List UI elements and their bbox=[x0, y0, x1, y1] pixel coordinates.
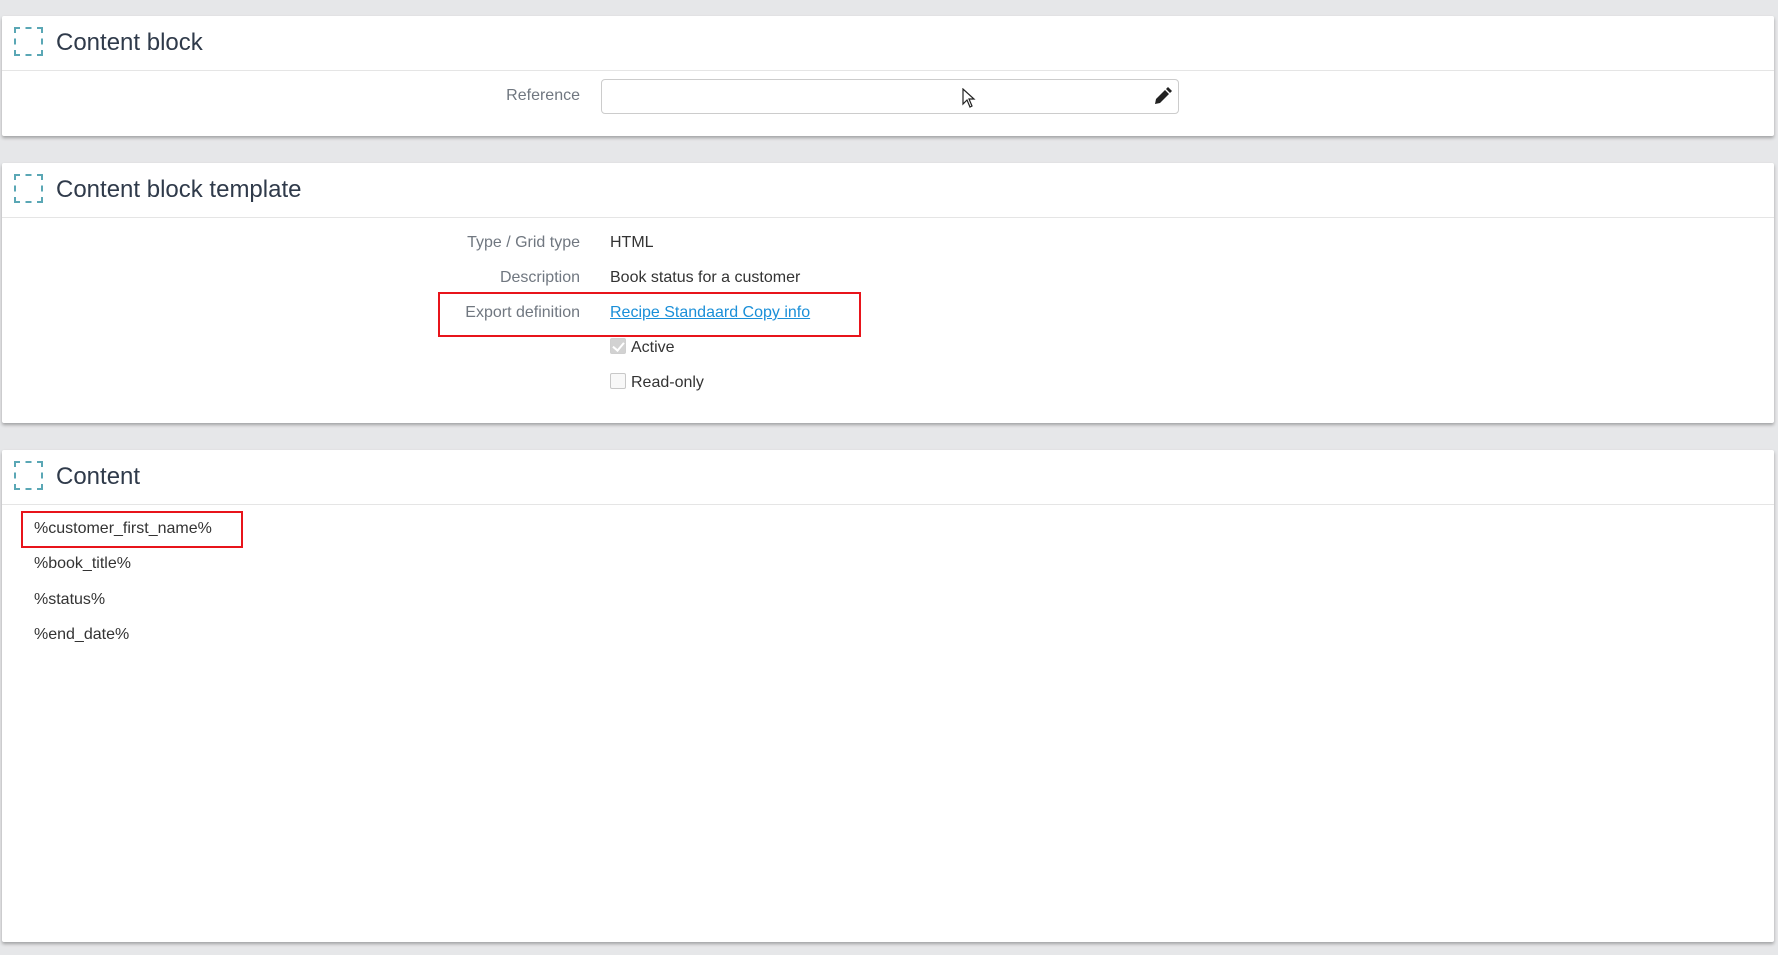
panel-header: Content block bbox=[2, 16, 1774, 71]
reference-label: Reference bbox=[506, 87, 580, 104]
type-label: Type / Grid type bbox=[467, 234, 580, 251]
active-checkbox[interactable] bbox=[610, 338, 626, 354]
export-definition-label: Export definition bbox=[465, 304, 580, 321]
description-value: Book status for a customer bbox=[610, 269, 801, 286]
content-item: %end_date% bbox=[34, 626, 130, 643]
type-value: HTML bbox=[610, 234, 654, 251]
readonly-label: Read-only bbox=[631, 374, 704, 391]
reference-field[interactable] bbox=[601, 79, 1179, 114]
export-definition-link[interactable]: Recipe Standaard Copy info bbox=[610, 304, 810, 322]
panel-header: Content bbox=[2, 450, 1774, 505]
section-icon bbox=[14, 461, 43, 490]
description-label: Description bbox=[499, 269, 580, 286]
cursor-icon bbox=[962, 88, 976, 108]
panel-title: Content bbox=[56, 463, 141, 490]
section-icon bbox=[14, 27, 43, 56]
content-block-panel: Content block Reference bbox=[2, 16, 1774, 136]
active-label: Active bbox=[631, 339, 675, 356]
content-item: %status% bbox=[34, 591, 106, 608]
readonly-checkbox-row[interactable]: Read-only bbox=[610, 373, 704, 392]
panel-header: Content block template bbox=[2, 163, 1774, 218]
section-icon bbox=[14, 174, 43, 203]
active-checkbox-row[interactable]: Active bbox=[610, 338, 675, 357]
content-panel: Content %customer_first_name% %book_titl… bbox=[2, 450, 1774, 942]
content-item: %customer_first_name% bbox=[34, 520, 212, 537]
pencil-icon[interactable] bbox=[1152, 87, 1172, 107]
template-panel: Content block template Type / Grid type … bbox=[2, 163, 1774, 423]
readonly-checkbox[interactable] bbox=[610, 373, 626, 389]
content-item: %book_title% bbox=[34, 555, 131, 572]
panel-title: Content block bbox=[56, 29, 203, 56]
panel-title: Content block template bbox=[56, 176, 302, 203]
